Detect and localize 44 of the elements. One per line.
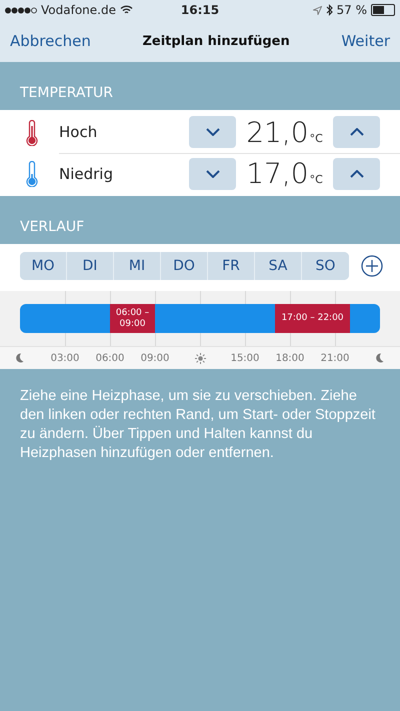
time-label: 21:00 (320, 352, 350, 364)
chevron-up-icon (350, 170, 364, 178)
time-label: 06:00 (96, 352, 124, 364)
moon-icon (16, 353, 24, 363)
temperature-value: 21,0 (246, 116, 309, 148)
decrease-button[interactable] (189, 116, 236, 148)
carrier-name: Vodafone.de (41, 3, 116, 17)
time-label: 03:00 (50, 352, 80, 364)
thermometer-icon (25, 160, 39, 186)
section-header: TEMPERATUR (20, 85, 113, 101)
increase-button[interactable] (333, 116, 380, 148)
heating-phase[interactable]: 06:00 – 09:00 (110, 304, 155, 333)
temperature-unit: °C (310, 132, 323, 144)
temperature-label: Hoch (59, 123, 98, 141)
heating-phase[interactable]: 17:00 – 22:00 (275, 304, 350, 333)
time-label: 15:00 (230, 352, 260, 364)
battery-icon (371, 4, 395, 16)
chevron-down-icon (206, 128, 220, 136)
temperature-value: 17,0 (246, 157, 309, 190)
time-label: 18:00 (276, 352, 304, 364)
wifi-icon (120, 5, 133, 15)
add-icon[interactable] (361, 255, 383, 277)
temperature-unit: °C (310, 173, 323, 186)
battery-percent: 57 % (336, 3, 367, 17)
chevron-up-icon (350, 128, 364, 136)
sun-icon (194, 352, 206, 364)
signal-icon (5, 6, 37, 14)
location-icon (312, 6, 322, 14)
section-header: VERLAUF (20, 219, 84, 235)
cancel-button[interactable]: Abbrechen (10, 32, 91, 50)
bluetooth-icon (326, 4, 332, 16)
heating-timeline[interactable]: 06:00 – 09:00 17:00 – 22:00 (20, 304, 380, 333)
thermometer-icon (25, 120, 39, 146)
increase-button[interactable] (333, 158, 380, 190)
instruction-text: Ziehe eine Heizphase, um sie zu verschieben. Ziehe den linken oder rechten Rand, um Start- oder Stoppzeit zu ändern. Über Tippen und Halten kannst du Heizphasen hinzufügen oder entfernen. (19, 387, 376, 463)
clock-time: 16:15 (180, 3, 220, 17)
time-label: 09:00 (140, 352, 170, 364)
temperature-label: Niedrig (59, 164, 114, 182)
chevron-down-icon (206, 170, 220, 178)
decrease-button[interactable] (189, 158, 236, 190)
screen-title: Zeitplan hinzufügen (142, 34, 290, 48)
day-tab[interactable]: MO (20, 252, 67, 280)
moon-icon (376, 353, 384, 363)
next-button[interactable]: Weiter (341, 32, 390, 50)
